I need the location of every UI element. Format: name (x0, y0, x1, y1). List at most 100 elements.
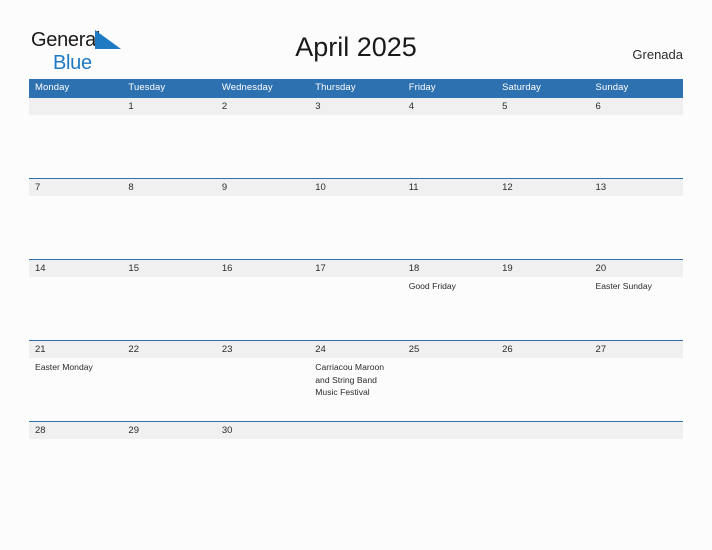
day-cell[interactable] (403, 115, 496, 178)
day-cell[interactable] (590, 196, 683, 259)
day-cell[interactable] (309, 196, 402, 259)
day-number[interactable] (403, 422, 496, 439)
week-event-band: Easter Monday Carriacou Maroon and Strin… (29, 358, 683, 421)
week-event-band (29, 196, 683, 259)
day-cell[interactable] (590, 439, 683, 502)
day-event-text: Easter Monday (35, 362, 93, 372)
weekday-header-saturday: Saturday (502, 82, 541, 93)
day-number[interactable]: 5 (496, 98, 589, 115)
week-date-band: 21 22 23 24 25 26 27 (29, 341, 683, 358)
day-cell[interactable] (216, 358, 309, 421)
week-date-band: 1 2 3 4 5 6 (29, 98, 683, 115)
calendar-week-row: 7 8 9 10 11 12 13 (29, 178, 683, 259)
calendar-week-row: 1 2 3 4 5 6 (29, 97, 683, 178)
day-cell[interactable]: Carriacou Maroon and String Band Music F… (309, 358, 402, 421)
day-number[interactable]: 17 (309, 260, 402, 277)
day-cell[interactable]: Easter Sunday (590, 277, 683, 340)
day-number[interactable]: 16 (216, 260, 309, 277)
day-number[interactable]: 12 (496, 179, 589, 196)
day-number[interactable]: 9 (216, 179, 309, 196)
weekday-header-row: Monday Tuesday Wednesday Thursday Friday… (29, 79, 683, 97)
day-number[interactable]: 19 (496, 260, 589, 277)
day-number[interactable]: 20 (590, 260, 683, 277)
day-cell[interactable] (29, 277, 122, 340)
day-number[interactable]: 13 (590, 179, 683, 196)
day-number[interactable]: 1 (122, 98, 215, 115)
day-cell[interactable] (496, 439, 589, 502)
day-number[interactable]: 4 (403, 98, 496, 115)
day-number[interactable]: 8 (122, 179, 215, 196)
day-cell[interactable] (216, 277, 309, 340)
day-cell[interactable] (496, 115, 589, 178)
day-number[interactable]: 30 (216, 422, 309, 439)
day-cell[interactable] (216, 115, 309, 178)
day-number[interactable]: 3 (309, 98, 402, 115)
day-cell[interactable] (122, 196, 215, 259)
day-cell[interactable] (122, 115, 215, 178)
day-cell[interactable] (403, 358, 496, 421)
day-cell[interactable] (403, 196, 496, 259)
day-cell[interactable] (29, 196, 122, 259)
week-event-band (29, 115, 683, 178)
day-cell[interactable] (122, 277, 215, 340)
weekday-header-wednesday: Wednesday (221, 82, 273, 93)
weekday-header-friday: Friday (408, 82, 436, 93)
day-number[interactable]: 7 (29, 179, 122, 196)
week-date-band: 7 8 9 10 11 12 13 (29, 179, 683, 196)
day-event-text: Good Friday (408, 281, 456, 291)
day-event-text: Easter Sunday (595, 281, 652, 291)
day-cell[interactable]: Good Friday (403, 277, 496, 340)
calendar-grid: Monday Tuesday Wednesday Thursday Friday… (29, 79, 683, 502)
calendar-week-row: 14 15 16 17 18 19 20 Good Friday Easter … (29, 259, 683, 340)
day-number[interactable] (309, 422, 402, 439)
week-date-band: 28 29 30 (29, 422, 683, 439)
weekday-header-tuesday: Tuesday (128, 82, 166, 93)
day-number[interactable]: 28 (29, 422, 122, 439)
calendar-week-row: 28 29 30 (29, 421, 683, 502)
day-number[interactable] (29, 98, 122, 115)
day-number[interactable]: 25 (403, 341, 496, 358)
day-number[interactable] (496, 422, 589, 439)
week-date-band: 14 15 16 17 18 19 20 (29, 260, 683, 277)
day-cell[interactable] (403, 439, 496, 502)
day-cell[interactable] (29, 439, 122, 502)
day-cell[interactable] (216, 439, 309, 502)
day-number[interactable]: 24 (309, 341, 402, 358)
day-number[interactable]: 2 (216, 98, 309, 115)
page-title: April 2025 (295, 32, 417, 62)
day-number[interactable]: 15 (122, 260, 215, 277)
week-event-band (29, 439, 683, 502)
weekday-header-monday: Monday (35, 82, 70, 93)
weekday-header-sunday: Sunday (595, 82, 629, 93)
day-number[interactable]: 22 (122, 341, 215, 358)
day-number[interactable]: 26 (496, 341, 589, 358)
day-number[interactable]: 11 (403, 179, 496, 196)
day-cell[interactable] (590, 115, 683, 178)
day-cell[interactable] (309, 439, 402, 502)
country-label: Grenada (632, 47, 683, 62)
day-number[interactable]: 6 (590, 98, 683, 115)
day-number[interactable]: 23 (216, 341, 309, 358)
day-cell[interactable] (122, 358, 215, 421)
calendar-week-row: 21 22 23 24 25 26 27 Easter Monday Carri… (29, 340, 683, 421)
day-cell[interactable] (496, 358, 589, 421)
day-cell[interactable] (29, 115, 122, 178)
day-cell[interactable] (496, 196, 589, 259)
calendar-page: General Blue April 2025 Grenada Monday T… (0, 0, 712, 550)
day-number[interactable]: 10 (309, 179, 402, 196)
day-number[interactable]: 29 (122, 422, 215, 439)
day-number[interactable]: 21 (29, 341, 122, 358)
day-cell[interactable]: Easter Monday (29, 358, 122, 421)
day-cell[interactable] (309, 115, 402, 178)
week-event-band: Good Friday Easter Sunday (29, 277, 683, 340)
day-cell[interactable] (590, 358, 683, 421)
day-cell[interactable] (216, 196, 309, 259)
day-cell[interactable] (496, 277, 589, 340)
day-number[interactable]: 27 (590, 341, 683, 358)
day-event-text: Carriacou Maroon and String Band Music F… (315, 362, 385, 398)
day-number[interactable]: 14 (29, 260, 122, 277)
day-cell[interactable] (309, 277, 402, 340)
day-cell[interactable] (122, 439, 215, 502)
day-number[interactable] (590, 422, 683, 439)
day-number[interactable]: 18 (403, 260, 496, 277)
